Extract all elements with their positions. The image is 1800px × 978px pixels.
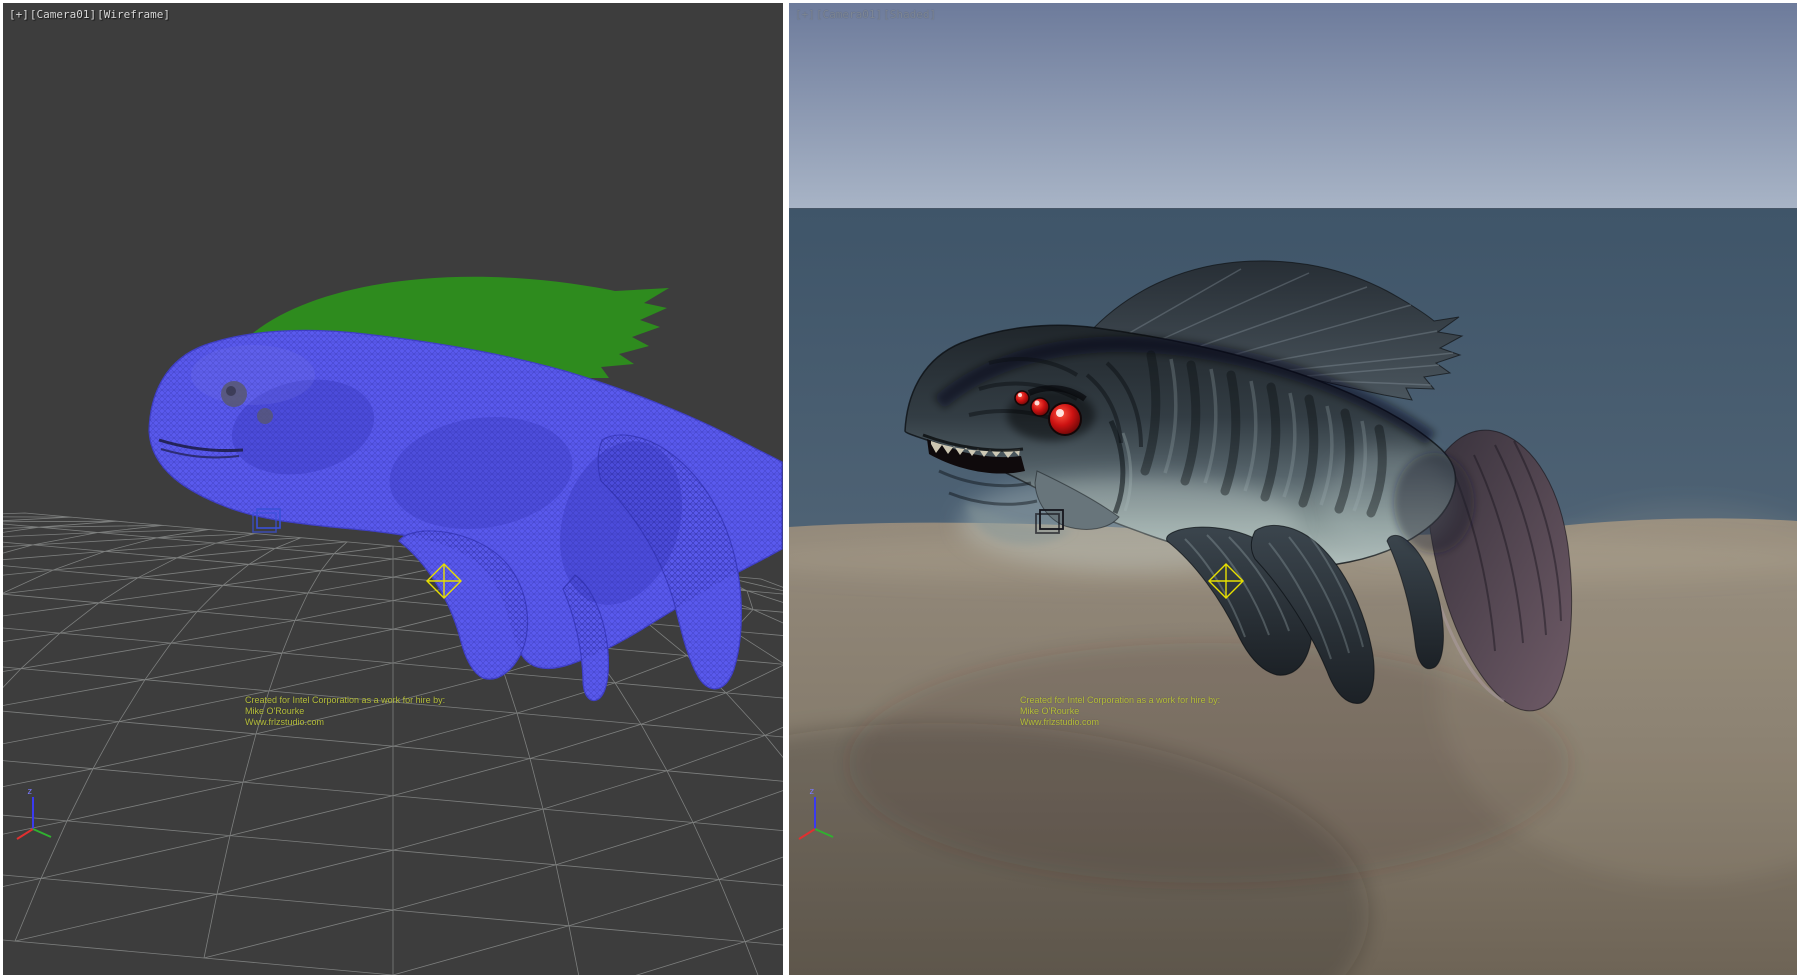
- viewport-menu-general[interactable]: [+]: [9, 8, 29, 21]
- watermark: Created for Intel Corporation as a work …: [245, 695, 445, 728]
- watermark-line-2: Mike O'Rourke: [245, 706, 445, 717]
- eye-spot-dot: [226, 386, 236, 396]
- viewport-label: [+][Camera01][Wireframe]: [9, 8, 171, 21]
- box-helper-gizmo[interactable]: [253, 509, 280, 532]
- sky: [789, 3, 1797, 209]
- red-eye-large: [1049, 403, 1081, 435]
- viewport-label: [+][Camera01][Shaded]: [795, 8, 937, 21]
- eye-spot-small: [257, 408, 273, 424]
- red-eye-mid: [1031, 398, 1049, 416]
- eye-highlight: [1056, 409, 1064, 417]
- world-axis-tripod: z: [13, 785, 61, 847]
- watermark-line-3: Www.frlzstudio.com: [245, 717, 445, 728]
- watermark-line-1: Created for Intel Corporation as a work …: [1020, 695, 1220, 706]
- eye-highlight: [1035, 401, 1040, 406]
- tail-joint-shadow: [1394, 453, 1474, 553]
- watermark-line-3: Www.frlzstudio.com: [1020, 717, 1220, 728]
- axis-x-icon: [799, 829, 815, 839]
- shaded-scene: [789, 3, 1797, 975]
- axis-x-icon: [17, 829, 33, 839]
- viewport-split: [+][Camera01][Wireframe] Created for Int…: [0, 0, 1800, 978]
- viewport-menu-shading[interactable]: [Wireframe]: [97, 8, 170, 21]
- viewport-menu-camera[interactable]: [Camera01]: [816, 8, 882, 21]
- creature-wireframe[interactable]: [149, 277, 782, 701]
- viewport-menu-camera[interactable]: [Camera01]: [30, 8, 96, 21]
- watermark: Created for Intel Corporation as a work …: [1020, 695, 1220, 728]
- viewport-menu-general[interactable]: [+]: [795, 8, 815, 21]
- red-eyes: [1007, 389, 1095, 441]
- world-axis-tripod: z: [795, 785, 843, 847]
- axis-z-label: z: [27, 787, 32, 797]
- viewport-wireframe[interactable]: [+][Camera01][Wireframe] Created for Int…: [3, 3, 783, 975]
- viewport-shaded[interactable]: [+][Camera01][Shaded] Created for Intel …: [789, 3, 1797, 975]
- axis-z-label: z: [809, 787, 814, 797]
- axis-y-icon: [815, 829, 833, 837]
- watermark-line-2: Mike O'Rourke: [1020, 706, 1220, 717]
- viewport-menu-shading[interactable]: [Shaded]: [883, 8, 936, 21]
- watermark-line-1: Created for Intel Corporation as a work …: [245, 695, 445, 706]
- axis-y-icon: [33, 829, 51, 837]
- red-eye-small: [1015, 391, 1029, 405]
- eye-highlight: [1018, 393, 1022, 397]
- wireframe-scene: [3, 3, 783, 975]
